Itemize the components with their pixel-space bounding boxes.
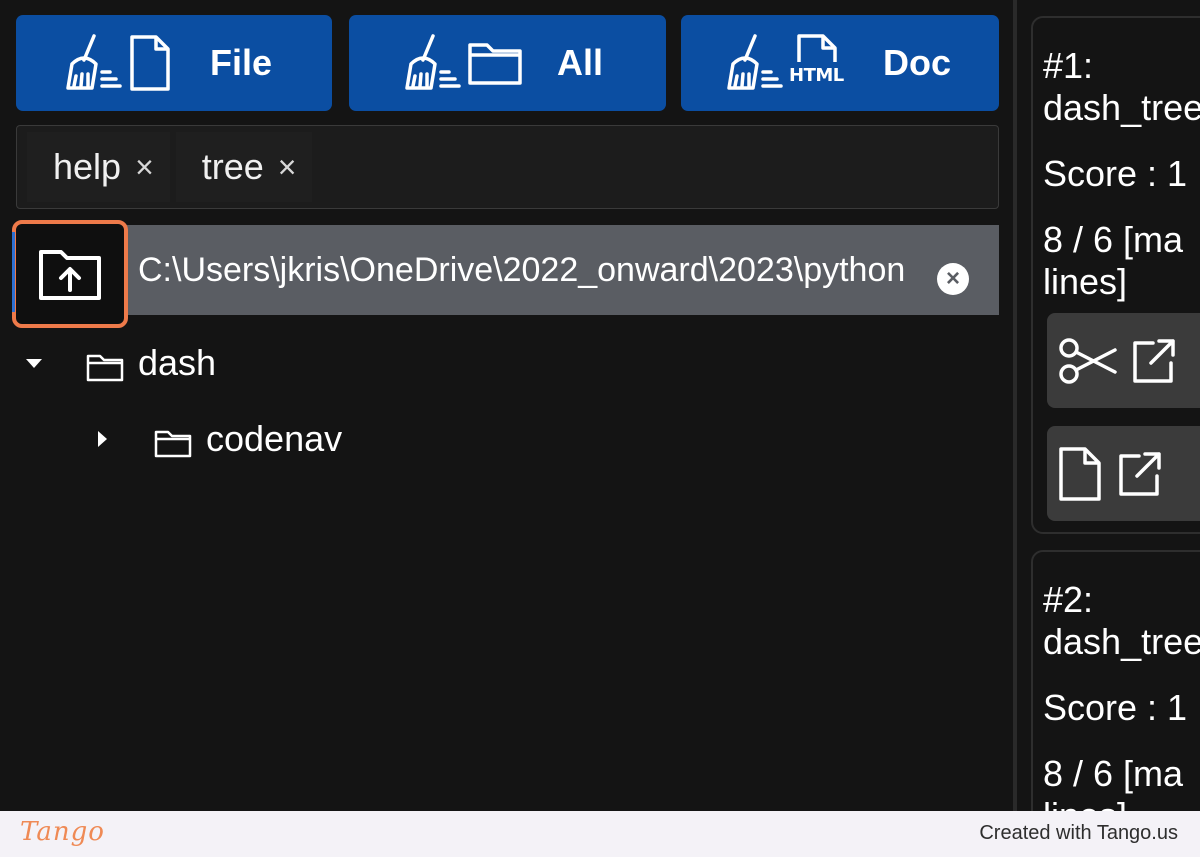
result-rank: #2: bbox=[1043, 579, 1094, 620]
tag-tree: tree × bbox=[175, 132, 313, 202]
path-input[interactable]: C:\Users\jkris\OneDrive\2022_onward\2023… bbox=[120, 225, 999, 315]
tree-node-codenav[interactable]: codenav bbox=[92, 418, 342, 460]
clear-all-button[interactable]: All bbox=[349, 15, 666, 111]
result-card: #2: dash_tree Score : 1 8 / 6 [ma lines] bbox=[1031, 550, 1200, 811]
upload-folder-button[interactable] bbox=[12, 220, 128, 328]
app-window: File All HTML Doc help × tree × C:\Users… bbox=[0, 0, 1200, 811]
clear-file-label: File bbox=[210, 42, 273, 83]
clear-file-button[interactable]: File bbox=[16, 15, 332, 111]
folder-upload-icon bbox=[39, 250, 101, 300]
external-link-icon bbox=[1133, 338, 1175, 383]
tag-label: help bbox=[53, 146, 122, 187]
tag-remove-button[interactable]: × bbox=[135, 149, 154, 186]
folder-icon bbox=[154, 430, 192, 458]
clear-file-icons bbox=[64, 32, 172, 94]
clear-doc-label: Doc bbox=[883, 42, 952, 83]
folder-icon bbox=[468, 43, 522, 85]
result-score: Score : 1 bbox=[1043, 153, 1188, 194]
tree-node-label: codenav bbox=[206, 418, 343, 459]
results-panel: #1: dash_tree Score : 1 8 / 6 [ma lines] bbox=[1017, 0, 1200, 811]
open-file-button[interactable] bbox=[1047, 426, 1200, 521]
external-link-icon bbox=[1119, 451, 1161, 496]
result-name: dash_tree bbox=[1043, 87, 1200, 128]
path-row: C:\Users\jkris\OneDrive\2022_onward\2023… bbox=[8, 220, 999, 328]
footer-credit: Created with Tango.us bbox=[979, 822, 1178, 844]
tree-node-dash[interactable]: dash bbox=[24, 342, 216, 384]
clear-doc-button[interactable]: HTML Doc bbox=[681, 15, 999, 111]
tag-remove-button[interactable]: × bbox=[278, 149, 297, 186]
html-file-icon: HTML bbox=[789, 32, 853, 94]
broom-icon bbox=[727, 34, 783, 90]
tango-logo: Tango bbox=[20, 817, 105, 847]
caret-right-icon[interactable] bbox=[92, 427, 112, 451]
broom-icon bbox=[405, 34, 461, 90]
tag-help: help × bbox=[27, 132, 170, 202]
clear-all-label: All bbox=[557, 42, 604, 83]
result-score: Score : 1 bbox=[1043, 687, 1188, 728]
path-clear-button[interactable]: × bbox=[937, 263, 969, 295]
scissors-icon bbox=[1059, 337, 1117, 384]
clear-doc-icons: HTML bbox=[725, 32, 853, 94]
result-rank: #1: bbox=[1043, 45, 1094, 86]
html-icon-text: HTML bbox=[789, 65, 844, 86]
tag-label: tree bbox=[201, 146, 264, 187]
folder-icon bbox=[86, 354, 124, 382]
result-name: dash_tree bbox=[1043, 621, 1200, 662]
result-lines-cont: lines] bbox=[1043, 261, 1128, 302]
left-panel: File All HTML Doc help × tree × C:\Users… bbox=[0, 0, 1013, 811]
path-value: C:\Users\jkris\OneDrive\2022_onward\2023… bbox=[138, 250, 906, 289]
tag-bar[interactable]: help × tree × bbox=[16, 125, 999, 209]
result-lines: 8 / 6 [ma bbox=[1043, 219, 1184, 260]
caret-down-icon[interactable] bbox=[24, 356, 44, 370]
result-lines-cont: lines] bbox=[1043, 796, 1127, 812]
broom-icon bbox=[66, 34, 122, 90]
tree-node-label: dash bbox=[138, 342, 217, 383]
footer-bar: Tango Created with Tango.us bbox=[0, 811, 1200, 857]
file-icon bbox=[130, 35, 170, 91]
open-snippet-button[interactable] bbox=[1047, 313, 1200, 408]
result-lines: 8 / 6 [ma bbox=[1043, 753, 1184, 794]
clear-all-icons bbox=[403, 32, 523, 94]
result-card: #1: dash_tree Score : 1 8 / 6 [ma lines] bbox=[1031, 16, 1200, 534]
file-icon bbox=[1059, 446, 1101, 501]
